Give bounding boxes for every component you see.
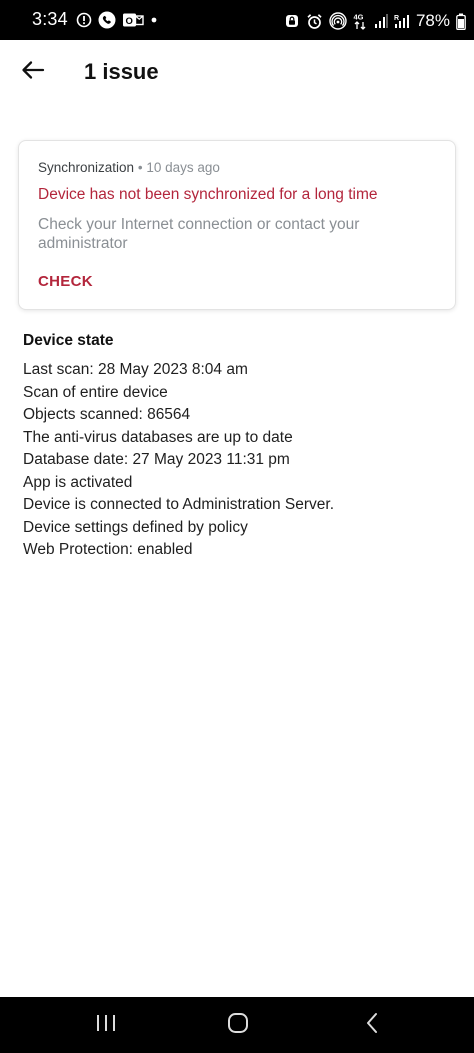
objects-scanned-line: Objects scanned: 86564 [23,406,191,423]
svg-text:O: O [126,16,133,27]
last-scan-line: Last scan: 28 May 2023 8:04 am [23,361,248,378]
device-state-title: Device state [23,332,114,349]
phone-call-icon [98,11,116,29]
signal-roaming-icon: R [394,12,410,30]
shield-alert-icon [76,11,92,29]
chevron-left-icon [365,1012,379,1039]
issue-description: Check your Internet connection or contac… [38,216,360,252]
system-status-icons: 4G R 78% [284,11,466,31]
home-button[interactable] [218,1011,258,1039]
database-status-line: The anti-virus databases are up to date [23,428,293,446]
status-bar: 3:34 O 4G R 78% [0,0,474,40]
lock-badge-icon [284,12,300,30]
meta-separator: • [137,160,143,175]
arrow-left-icon [21,60,45,85]
scan-type-line: Scan of entire device [23,383,168,401]
back-button[interactable] [14,54,52,90]
notification-icons: O [76,11,158,29]
issue-headline: Device has not been synchronized for a l… [38,186,378,203]
hotspot-icon [329,12,347,30]
recent-apps-icon [95,1014,117,1037]
issue-time-ago: 10 days ago [146,160,220,175]
alarm-icon [306,12,323,30]
database-date-line: Database date: 27 May 2023 11:31 pm [23,451,290,468]
outlook-icon: O [122,11,144,29]
page-title: 1 issue [84,59,159,84]
server-connection-line: Device is connected to Administration Se… [23,496,335,513]
activation-status-line: App is activated [23,473,133,491]
system-back-button[interactable] [352,1011,392,1039]
issue-category: Synchronization [38,160,135,175]
device-state-list: Last scan: 28 May 2023 8:04 am Scan of e… [23,359,334,562]
battery-percentage: 78% [415,11,450,30]
dot-icon [150,11,158,29]
home-icon [227,1012,249,1039]
issue-meta: Synchronization • 10 days ago [38,160,220,175]
status-time: 3:34 [32,9,68,29]
app-bar: 1 issue [0,40,474,104]
recent-apps-button[interactable] [86,1011,126,1039]
svg-text:4G: 4G [353,13,363,22]
web-protection-line: Web Protection: enabled [23,541,193,558]
issue-card[interactable]: Synchronization • 10 days ago Device has… [18,140,456,310]
svg-text:R: R [394,15,399,22]
signal-icon [374,12,388,30]
navigation-bar [0,997,474,1053]
battery-icon [456,12,466,30]
policy-settings-line: Device settings defined by policy [23,518,248,536]
4g-data-icon: 4G [353,12,368,30]
check-button[interactable]: CHECK [38,273,93,290]
